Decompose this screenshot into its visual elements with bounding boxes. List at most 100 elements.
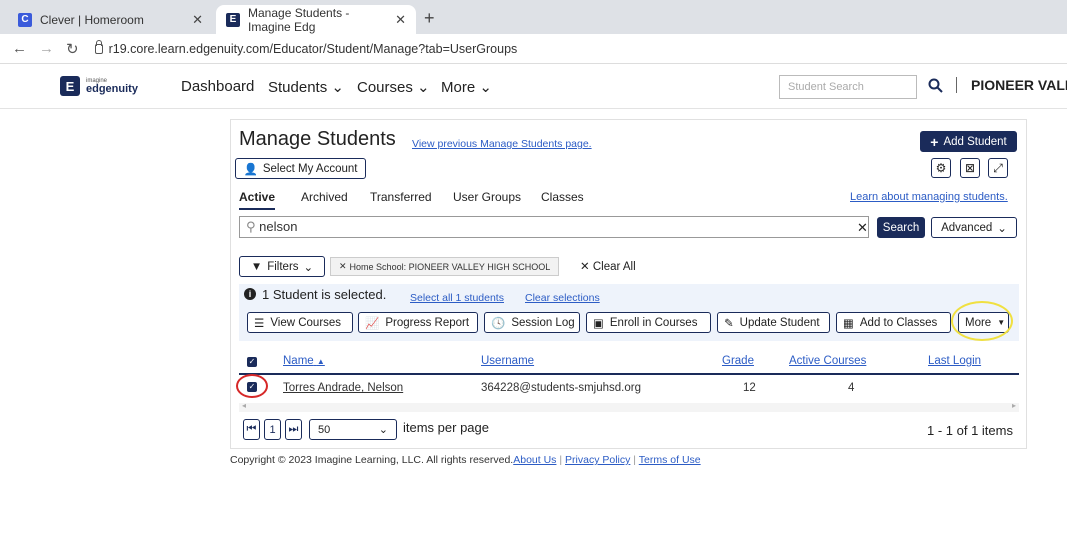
footer: Copyright © 2023 Imagine Learning, LLC. … xyxy=(230,454,701,466)
student-filter-search-input[interactable]: ⚲ nelson xyxy=(239,216,869,238)
nav-courses[interactable]: Courses ⌄ xyxy=(357,78,430,96)
tab-title: Clever | Homeroom xyxy=(40,12,144,27)
app-header: E imagine edgenuity Dashboard Students ⌄… xyxy=(0,65,1067,109)
update-student-button[interactable]: ✎ Update Student xyxy=(717,312,830,333)
last-page-icon[interactable]: ⏭ xyxy=(285,419,302,440)
new-tab-plus-icon[interactable]: + xyxy=(424,8,435,29)
manage-students-panel: Manage Students View previous Manage Stu… xyxy=(230,119,1027,449)
tab-transferred[interactable]: Transferred xyxy=(370,190,432,204)
per-page-value: 50 xyxy=(318,423,331,436)
tab-title: Manage Students - Imagine Edg xyxy=(248,5,350,34)
column-name[interactable]: Name ▲ xyxy=(283,355,325,367)
url-field[interactable]: r19.core.learn.edgenuity.com/Educator/St… xyxy=(94,39,518,56)
chip-remove-x-icon[interactable]: ✕ xyxy=(339,261,347,272)
settings-gear-icon[interactable]: ⚙ xyxy=(931,158,951,178)
address-bar: ← → ↻ r19.core.learn.edgenuity.com/Educa… xyxy=(0,34,1067,64)
clear-selections-link[interactable]: Clear selections xyxy=(525,292,600,304)
selected-count-text: 1 Student is selected. xyxy=(262,287,387,302)
column-grade[interactable]: Grade xyxy=(722,355,754,367)
tab-active[interactable]: Active xyxy=(239,190,276,210)
nav-dashboard[interactable]: Dashboard xyxy=(181,78,254,95)
about-us-link[interactable]: About Us xyxy=(513,454,556,466)
clock-icon: 🕓 xyxy=(491,317,506,330)
column-name-label: Name xyxy=(283,355,314,367)
back-arrow-icon[interactable]: ← xyxy=(12,40,27,57)
chevron-down-icon: ⌄ xyxy=(417,79,430,96)
column-active-courses[interactable]: Active Courses xyxy=(789,355,866,367)
student-grade: 12 xyxy=(743,382,756,394)
items-per-page-select[interactable]: 50 ⌄ xyxy=(309,419,397,440)
column-username[interactable]: Username xyxy=(481,355,534,367)
session-log-button[interactable]: 🕓 Session Log xyxy=(484,312,580,333)
filter-funnel-icon: ▼ xyxy=(250,260,263,273)
plus-icon: + xyxy=(930,133,939,150)
expand-icon[interactable]: ⤢ xyxy=(988,158,1008,178)
clear-all-label: Clear All xyxy=(592,261,636,273)
previous-page-link[interactable]: View previous Manage Students page. xyxy=(412,138,592,150)
close-icon[interactable]: ✕ xyxy=(192,12,203,28)
logo-main-text: edgenuity xyxy=(86,83,138,95)
filters-button[interactable]: ▼ Filters ⌄ xyxy=(239,256,325,277)
chevron-down-icon: ⌄ xyxy=(378,424,388,436)
filter-chip[interactable]: ✕ Home School: PIONEER VALLEY HIGH SCHOO… xyxy=(330,257,560,276)
edgenuity-favicon-icon: E xyxy=(226,12,240,27)
scroll-right-icon[interactable]: ▸ xyxy=(1012,401,1016,410)
select-account-label: Select My Account xyxy=(262,162,358,175)
chart-icon: 📈 xyxy=(365,317,380,330)
progress-report-button[interactable]: 📈 Progress Report xyxy=(358,312,478,333)
student-active-courses: 4 xyxy=(848,382,855,394)
tab-archived[interactable]: Archived xyxy=(301,190,348,204)
learn-managing-link[interactable]: Learn about managing students. xyxy=(850,191,1008,203)
highlight-circle xyxy=(951,301,1013,341)
student-search-input[interactable]: Student Search xyxy=(779,75,917,99)
items-per-page-label: items per page xyxy=(403,420,489,435)
school-name[interactable]: PIONEER VALLE xyxy=(956,77,1067,93)
pagination-range: 1 - 1 of 1 items xyxy=(927,423,1013,438)
url-text: r19.core.learn.edgenuity.com/Educator/St… xyxy=(108,41,518,56)
select-all-link[interactable]: Select all 1 students xyxy=(410,292,504,304)
nav-more-label: More xyxy=(441,79,476,96)
first-page-icon[interactable]: ⏮ xyxy=(243,419,260,440)
chevron-down-icon: ⌄ xyxy=(479,79,492,96)
tab-user-groups[interactable]: User Groups xyxy=(453,190,521,204)
tab-classes[interactable]: Classes xyxy=(541,190,584,204)
sort-ascending-icon: ▲ xyxy=(316,357,325,366)
advanced-label: Advanced xyxy=(941,221,993,234)
nav-students-label: Students xyxy=(268,79,328,96)
filters-label: Filters xyxy=(267,260,299,273)
select-all-checkbox[interactable]: ✓ xyxy=(247,357,257,367)
forward-arrow-icon[interactable]: → xyxy=(39,40,54,57)
user-icon: 👤 xyxy=(243,163,258,176)
privacy-policy-link[interactable]: Privacy Policy xyxy=(565,454,630,466)
search-icon[interactable] xyxy=(928,78,943,93)
nav-more[interactable]: More ⌄ xyxy=(441,78,492,96)
enroll-icon: ▣ xyxy=(593,317,604,330)
enroll-label: Enroll in Courses xyxy=(609,316,698,329)
search-button[interactable]: Search xyxy=(877,217,925,238)
close-icon[interactable]: ✕ xyxy=(395,12,406,28)
advanced-dropdown[interactable]: Advanced ⌄ xyxy=(931,217,1017,238)
browser-tab-clever[interactable]: C Clever | Homeroom ✕ xyxy=(8,5,213,34)
clear-all-button[interactable]: ✕ Clear All xyxy=(580,259,636,273)
pencil-icon: ✎ xyxy=(724,317,734,330)
clear-search-x-icon[interactable]: ✕ xyxy=(857,220,868,236)
add-student-button[interactable]: + Add Student xyxy=(920,131,1017,152)
column-last-login[interactable]: Last Login xyxy=(928,355,981,367)
view-courses-label: View Courses xyxy=(270,316,342,329)
select-my-account-button[interactable]: 👤 Select My Account xyxy=(235,158,366,179)
edgenuity-logo[interactable]: E imagine edgenuity xyxy=(60,76,138,96)
view-courses-button[interactable]: ☰ View Courses xyxy=(247,312,353,333)
scroll-left-icon[interactable]: ◂ xyxy=(242,401,246,410)
nav-students[interactable]: Students ⌄ xyxy=(268,78,344,96)
add-to-classes-button[interactable]: ▦ Add to Classes xyxy=(836,312,951,333)
reload-icon[interactable]: ↻ xyxy=(66,40,79,58)
page-number[interactable]: 1 xyxy=(264,419,281,440)
student-name-link[interactable]: Torres Andrade, Nelson xyxy=(283,382,403,394)
horizontal-scrollbar[interactable]: ◂ ▸ xyxy=(239,401,1019,412)
footer-divider: | xyxy=(633,454,637,466)
terms-of-use-link[interactable]: Terms of Use xyxy=(639,454,701,466)
enroll-in-courses-button[interactable]: ▣ Enroll in Courses xyxy=(586,312,711,333)
page-title: Manage Students xyxy=(239,128,396,150)
browser-tab-manage-students[interactable]: E Manage Students - Imagine Edg ✕ xyxy=(216,5,416,34)
export-excel-icon[interactable]: ⊠ xyxy=(960,158,980,178)
